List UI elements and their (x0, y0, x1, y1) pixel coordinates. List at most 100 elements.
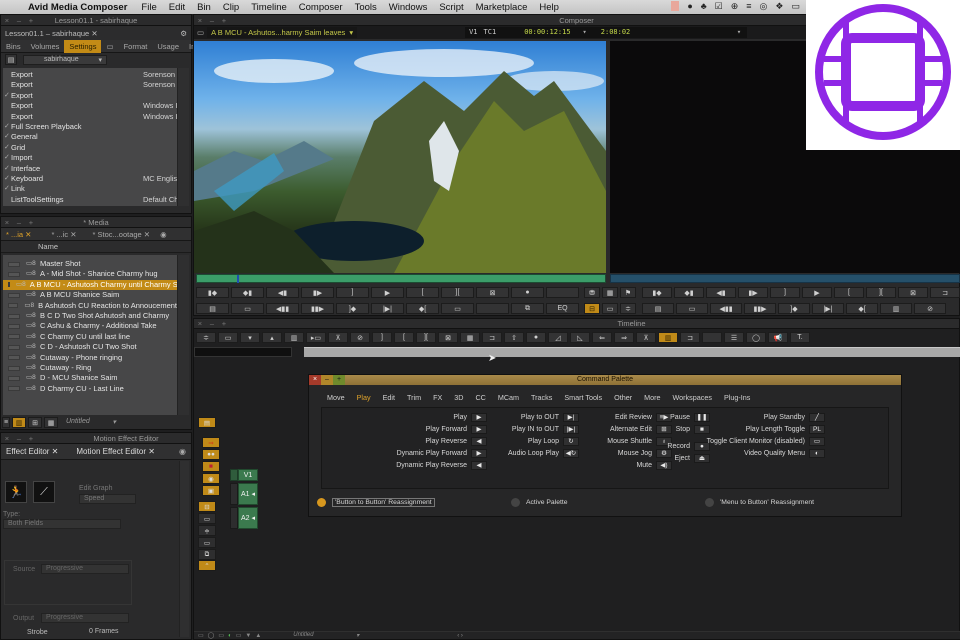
settings-row[interactable]: ✓ Interface (3, 164, 177, 174)
minimize-icon[interactable]: – (13, 434, 25, 443)
source-monitor-button[interactable]: ▭ (218, 332, 238, 343)
snapshot-icon[interactable]: ▣ (202, 485, 220, 496)
timecode-track-field[interactable] (194, 347, 292, 357)
panel-menu-icon[interactable]: ◉ (174, 445, 191, 458)
grid-button[interactable]: ▦ (460, 332, 480, 343)
clip-row[interactable]: ▭8 A - Mid Shot - Shanice Charmy hug (3, 269, 177, 279)
dynamic-play-reverse-icon[interactable]: ◀ (471, 460, 487, 470)
maximize-icon[interactable]: + (25, 434, 37, 443)
trim-out-button[interactable]: ]◆ (778, 303, 810, 314)
chevron-down-icon[interactable]: ▾ (737, 27, 747, 38)
evernote-icon[interactable]: ♣ (701, 1, 707, 12)
tab-usage[interactable]: Usage (152, 40, 184, 53)
clip-row[interactable]: ▭8 B Ashutosh CU Reaction to Annoucement (3, 301, 177, 311)
frame-view-button[interactable]: ▥ (12, 417, 26, 428)
toggle-client-monitor-disabled--icon[interactable]: ▭ (809, 436, 825, 446)
zoom-slider[interactable]: ‹ › (457, 633, 463, 639)
track-v1[interactable]: V1 (238, 469, 258, 481)
settings-row[interactable]: ✓ Link (3, 184, 177, 194)
tab-volumes[interactable]: Volumes (26, 40, 65, 53)
cmd-tab-smart-tools[interactable]: Smart Tools (558, 391, 608, 404)
cmd-tab-3d[interactable]: 3D (448, 391, 469, 404)
clip-row[interactable]: ▭8 C Ashu & Charmy - Additional Take (3, 321, 177, 331)
step-back-button[interactable]: ◀▮ (266, 287, 299, 298)
play-length-toggle-icon[interactable]: PL (809, 424, 825, 434)
extract-seg-button[interactable]: ⊐ (680, 332, 700, 343)
timeline-ruler[interactable] (304, 347, 960, 357)
go-to-out-button[interactable]: ▮▮▶ (744, 303, 776, 314)
step-back-button[interactable]: ◀▮ (706, 287, 736, 298)
settings-gear-icon[interactable]: ⚙ (180, 29, 187, 38)
menu-marketplace[interactable]: Marketplace (470, 2, 534, 13)
track-a2[interactable]: A2 ◂ (238, 507, 258, 529)
source-dropdown[interactable]: Progressive (41, 564, 129, 574)
mark-in-button[interactable]: [ (834, 287, 864, 298)
step-fwd-button[interactable]: ▮▶ (301, 287, 334, 298)
extract-button[interactable]: ⊐ (930, 287, 960, 298)
clip-row[interactable]: ▭8 D - MCU Shanice Saim (3, 373, 177, 383)
user-dropdown[interactable]: sabirhaque ▾ (23, 54, 107, 65)
menu-timeline[interactable]: Timeline (245, 2, 293, 13)
trim-right-button[interactable]: ◺ (570, 332, 590, 343)
export-button[interactable]: ⧉ (511, 303, 544, 314)
video-toggle-icon[interactable]: ▭ (198, 513, 216, 524)
play-in-to-out-icon[interactable]: |▶| (563, 424, 579, 434)
bin-view-dropdown[interactable]: Untitled ▾ (66, 418, 116, 428)
mark-out-button[interactable]: ] (336, 287, 369, 298)
video-quality-icon[interactable]: ▭ (218, 632, 224, 639)
bin-menu-icon[interactable]: ◉ (155, 228, 172, 241)
settings-row[interactable]: ✓ Full Screen Playback (3, 122, 177, 132)
cmd-tab-move[interactable]: Move (321, 391, 351, 404)
v1-record-toggle[interactable] (230, 469, 238, 481)
trim-in-button[interactable]: ◆[ (846, 303, 878, 314)
zoom-toggle-button[interactable]: ⌃ (198, 560, 216, 571)
record-position-bar[interactable] (610, 274, 960, 283)
cmd-tab-other[interactable]: Other (608, 391, 638, 404)
bin-tab-media[interactable]: * ...ia ✕ (1, 228, 36, 241)
menu-windows[interactable]: Windows (383, 2, 434, 13)
mark-out-button[interactable]: ] (770, 287, 800, 298)
bin-tab-stock-footage[interactable]: * Stoc...ootage ✕ (88, 228, 156, 241)
cmd-tab-fx[interactable]: FX (427, 391, 448, 404)
motion-effect-scrollbar[interactable] (179, 461, 189, 637)
command-play-length-toggle[interactable]: Play Length Toggle PL (697, 424, 825, 434)
maximize-icon[interactable]: + (25, 218, 37, 227)
tab-format[interactable]: Format (119, 40, 153, 53)
top-button[interactable]: ⊼ (636, 332, 656, 343)
menu-tools[interactable]: Tools (349, 2, 383, 13)
segment-select-icon[interactable]: ●● (202, 449, 220, 460)
type-dropdown[interactable]: Both Fields (3, 519, 121, 529)
cmd-tab-more[interactable]: More (638, 391, 666, 404)
source-select-button[interactable]: ⛃ (584, 287, 600, 298)
sequence-icon[interactable]: ▭ (236, 632, 242, 639)
cmd-tab-edit[interactable]: Edit (377, 391, 401, 404)
ripple-left-button[interactable]: ⇐ (592, 332, 612, 343)
blank-button[interactable] (546, 287, 579, 298)
track-a1[interactable]: A1 ◂ (238, 483, 258, 505)
close-icon[interactable]: × (194, 16, 206, 25)
clear-marks-button[interactable]: ⊠ (438, 332, 458, 343)
settings-row[interactable]: Export Sorenson S (3, 80, 177, 90)
settings-row[interactable]: Export Sorenson S (3, 70, 177, 80)
radio-button[interactable] (511, 498, 520, 507)
play-loop-icon[interactable]: ↻ (563, 436, 579, 446)
output-dropdown[interactable]: Progressive (41, 613, 129, 623)
cmd-tab-plug-ins[interactable]: Plug-Ins (718, 391, 756, 404)
megaphone-button[interactable]: 📢 (768, 332, 788, 343)
record-button[interactable]: ● (511, 287, 544, 298)
radio-option[interactable]: 'Menu to Button' Reassignment (705, 498, 814, 507)
script-view-button[interactable]: ⊞ (28, 417, 42, 428)
audio-loop-play-icon[interactable]: ◀↻ (563, 448, 579, 458)
play-to-out-icon[interactable]: ▶| (563, 412, 579, 422)
sequence-dropdown[interactable]: Untitled ▾ (293, 632, 359, 639)
tab-monitor-icon[interactable]: ▭ (101, 40, 118, 53)
step-fwd-button[interactable]: ▮▶ (738, 287, 768, 298)
tray-location-icon[interactable]: ● (687, 1, 692, 12)
tab-motion-effect-editor[interactable]: Motion Effect Editor ✕ (71, 445, 160, 458)
clear-button[interactable]: ⊘ (350, 332, 370, 343)
maximize-icon[interactable]: + (25, 16, 37, 25)
mark-clip-button[interactable]: ][ (416, 332, 436, 343)
track-monitor-button[interactable]: ⊟ (584, 303, 600, 314)
circle-button[interactable]: ◯ (746, 332, 766, 343)
clip-row[interactable]: ▭8 Master Shot (3, 259, 177, 269)
